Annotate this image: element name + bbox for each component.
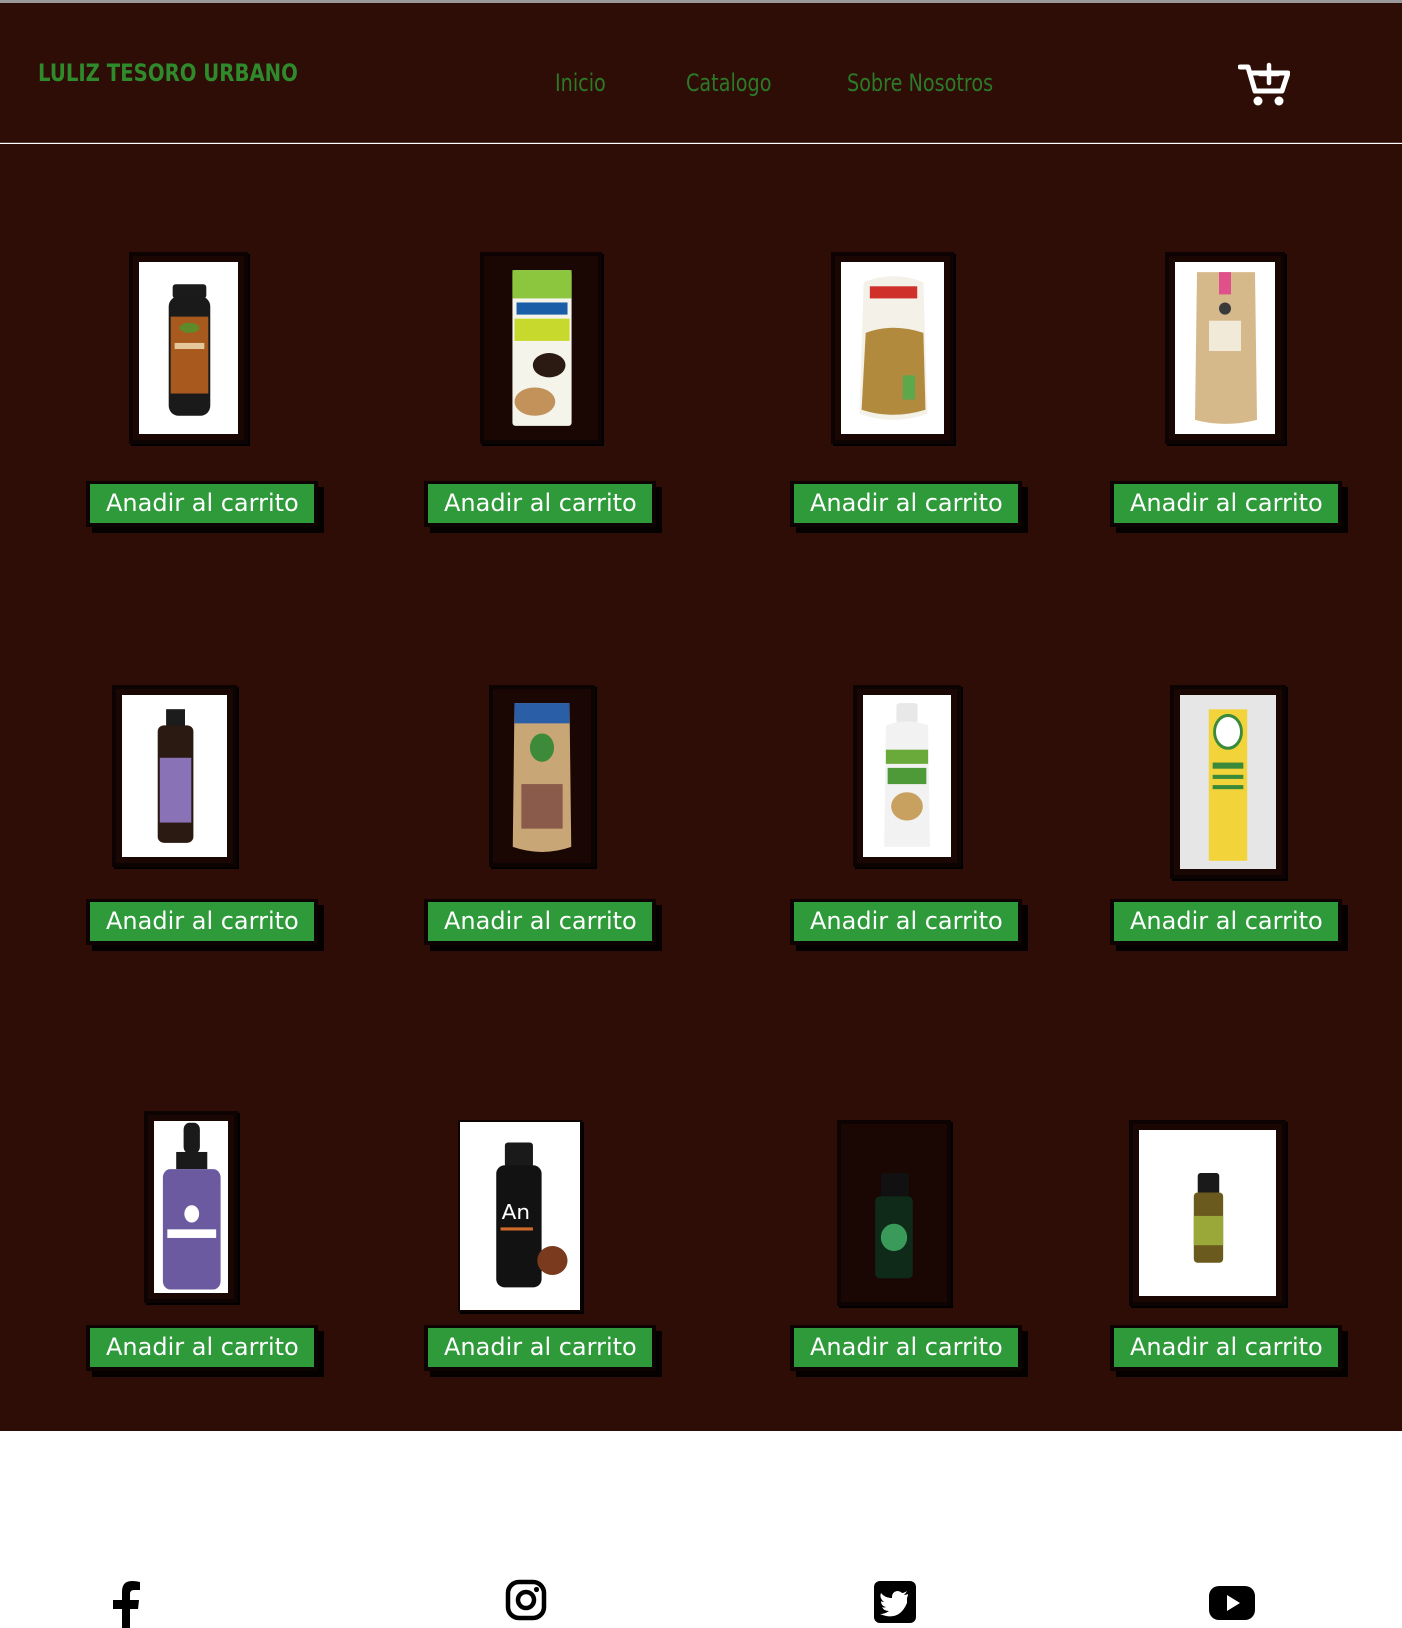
add-to-cart-button-1[interactable]: Anadir al carrito	[86, 481, 318, 527]
product-image-coffee-pouch[interactable]	[490, 262, 592, 434]
cart-add-icon[interactable]	[1237, 61, 1291, 107]
product-card-7[interactable]	[853, 685, 961, 867]
add-to-cart-button-2[interactable]: Anadir al carrito	[424, 481, 656, 527]
product-card-10[interactable]: An	[458, 1120, 582, 1312]
product-card-2[interactable]	[480, 252, 602, 444]
add-to-cart-button-9[interactable]: Anadir al carrito	[86, 1325, 318, 1371]
product-image-essential-oil-vial[interactable]	[847, 1130, 941, 1296]
nav-inicio[interactable]: Inicio	[555, 69, 606, 97]
product-image-green-oil-bottle[interactable]	[1139, 1130, 1276, 1296]
nav-sobre-nosotros[interactable]: Sobre Nosotros	[847, 69, 993, 97]
nav-catalogo[interactable]: Catalogo	[686, 69, 771, 97]
product-image-lavender-oil-bottle[interactable]	[122, 695, 227, 857]
product-image-seed-pouch[interactable]	[841, 262, 944, 434]
product-image-ginger-bottle[interactable]	[863, 695, 951, 857]
add-to-cart-button-11[interactable]: Anadir al carrito	[790, 1325, 1022, 1371]
add-to-cart-button-10[interactable]: Anadir al carrito	[424, 1325, 656, 1371]
product-image-anis-oil-bottle[interactable]: An	[466, 1128, 574, 1304]
product-image-cacao-powder-pouch[interactable]	[499, 695, 585, 857]
youtube-icon[interactable]	[1209, 1586, 1255, 1620]
add-to-cart-button-8[interactable]: Anadir al carrito	[1110, 899, 1342, 945]
product-image-kraft-pouch[interactable]	[1175, 262, 1275, 434]
add-to-cart-button-12[interactable]: Anadir al carrito	[1110, 1325, 1342, 1371]
add-to-cart-button-5[interactable]: Anadir al carrito	[86, 899, 318, 945]
product-card-3[interactable]	[831, 252, 954, 444]
add-to-cart-button-3[interactable]: Anadir al carrito	[790, 481, 1022, 527]
product-card-4[interactable]	[1165, 252, 1285, 444]
product-card-6[interactable]	[489, 685, 595, 867]
add-to-cart-button-6[interactable]: Anadir al carrito	[424, 899, 656, 945]
svg-text:An: An	[502, 1200, 530, 1224]
site-logo[interactable]: LULIZ TESORO URBANO	[38, 59, 298, 87]
product-card-1[interactable]	[129, 252, 248, 444]
site-footer	[0, 1431, 1402, 1628]
product-card-12[interactable]	[1129, 1120, 1286, 1306]
product-catalog: Anadir al carrito Anadir al carrito Anad…	[0, 144, 1402, 1431]
twitter-icon[interactable]	[874, 1581, 916, 1623]
facebook-icon[interactable]	[110, 1581, 142, 1628]
add-to-cart-button-7[interactable]: Anadir al carrito	[790, 899, 1022, 945]
product-card-11[interactable]	[837, 1120, 951, 1306]
product-image-booster-box[interactable]	[1180, 695, 1276, 869]
product-card-9[interactable]	[144, 1111, 238, 1303]
product-card-5[interactable]	[112, 685, 237, 867]
site-header: LULIZ TESORO URBANO Inicio Catalogo Sobr…	[0, 3, 1402, 143]
instagram-icon[interactable]	[505, 1579, 547, 1621]
product-image-lavanda-dropper-bottle[interactable]	[154, 1121, 228, 1293]
product-image-organic-spice-jar[interactable]	[139, 262, 238, 434]
add-to-cart-button-4[interactable]: Anadir al carrito	[1110, 481, 1342, 527]
product-card-8[interactable]	[1170, 685, 1286, 879]
